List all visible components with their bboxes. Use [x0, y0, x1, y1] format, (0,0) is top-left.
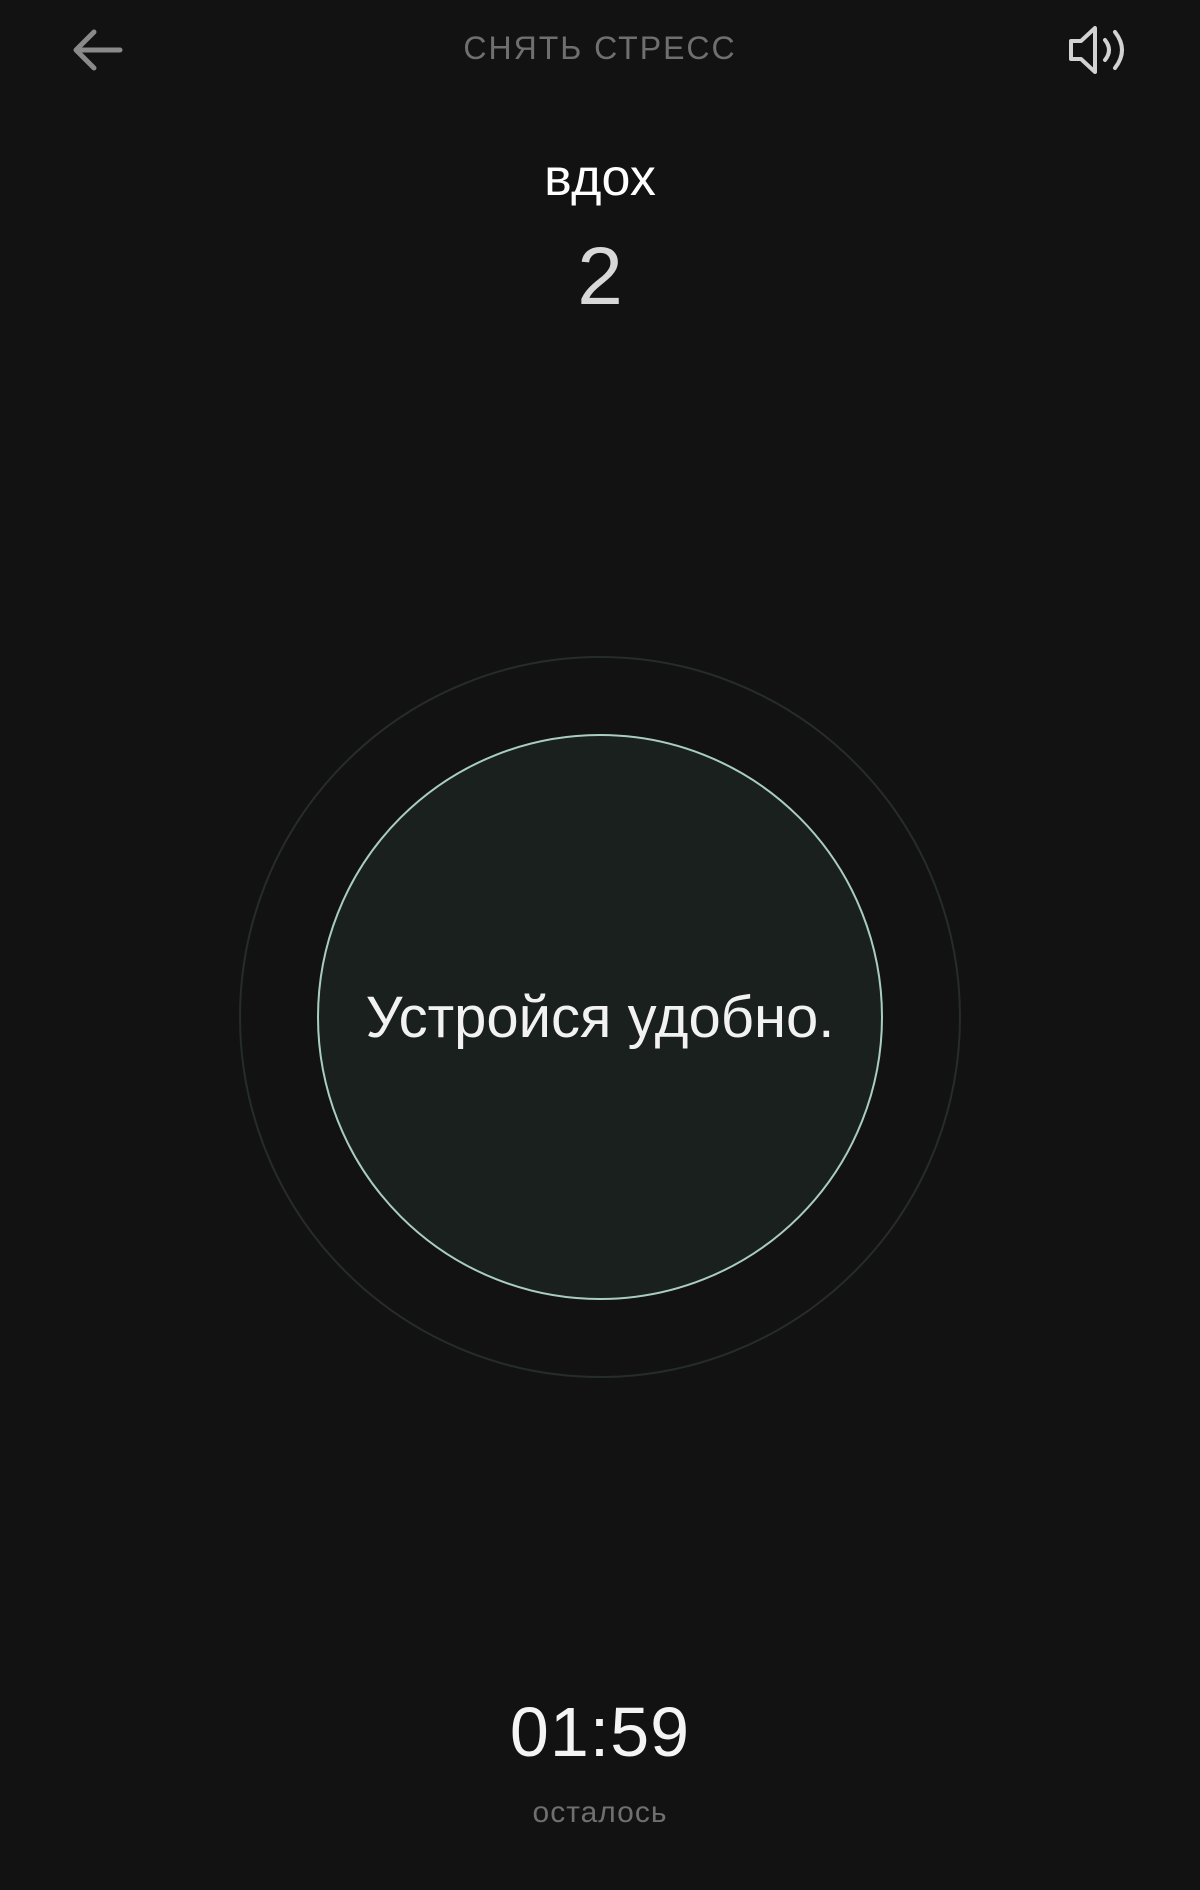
breathing-instruction: Устройся удобно. — [365, 984, 835, 1050]
top-bar: СНЯТЬ СТРЕСС — [0, 0, 1200, 100]
remaining-time: 01:59 — [509, 1693, 691, 1771]
remaining-time-caption: осталось — [532, 1796, 668, 1829]
speaker-on-icon — [1069, 26, 1124, 74]
breathing-phase-label: вдох — [544, 149, 656, 207]
breathing-circle[interactable]: Устройся удобно. — [317, 734, 883, 1300]
screen-title: СНЯТЬ СТРЕСС — [463, 30, 737, 66]
breathing-phase-count: 2 — [577, 231, 623, 322]
sound-toggle-button[interactable] — [1060, 18, 1140, 82]
